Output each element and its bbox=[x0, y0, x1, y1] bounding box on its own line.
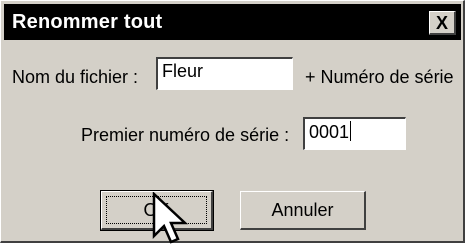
first-serial-value: 0001 bbox=[309, 122, 350, 142]
cancel-button-label: Annuler bbox=[271, 199, 334, 220]
close-icon: X bbox=[435, 12, 448, 33]
serial-suffix-label: + Numéro de série bbox=[305, 67, 454, 87]
arrow-cursor-icon bbox=[152, 192, 188, 244]
title-bar: Renommer tout X bbox=[4, 4, 461, 40]
close-button[interactable]: X bbox=[429, 11, 456, 35]
filename-label: Nom du fichier : bbox=[12, 67, 139, 87]
filename-value: Fleur bbox=[162, 61, 204, 81]
cancel-button[interactable]: Annuler bbox=[240, 191, 366, 230]
first-serial-field[interactable]: 0001 bbox=[303, 117, 406, 150]
filename-field[interactable]: Fleur bbox=[156, 57, 293, 90]
first-serial-label: Premier numéro de série : bbox=[81, 125, 290, 145]
dialog-title: Renommer tout bbox=[12, 11, 163, 33]
text-caret bbox=[350, 121, 352, 141]
rename-all-dialog: Renommer tout X Nom du fichier : Fleur +… bbox=[0, 0, 465, 243]
